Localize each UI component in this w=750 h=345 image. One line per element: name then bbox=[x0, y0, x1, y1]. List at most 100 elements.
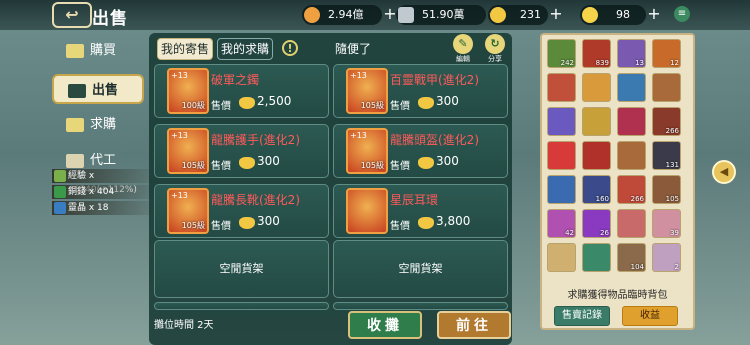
stall-icon bbox=[68, 84, 86, 98]
inventory-cell[interactable] bbox=[547, 73, 576, 102]
close-stall-button[interactable]: 收攤 bbox=[348, 311, 422, 339]
sales-history-button[interactable]: 售賣記錄 bbox=[554, 306, 610, 326]
boots-icon: +13 105級 bbox=[167, 188, 209, 234]
slot-level: 105級 bbox=[181, 161, 205, 170]
slot-plus: +13 bbox=[350, 71, 367, 80]
go-button[interactable]: 前往 bbox=[437, 311, 511, 339]
empty-slot-2[interactable]: 空閒貨架 bbox=[333, 240, 508, 298]
slot-price: 2,500 bbox=[257, 94, 292, 108]
consignment-slot-6[interactable]: 星辰耳環 售價 3,800 bbox=[333, 184, 508, 238]
consignment-slot-1[interactable]: +13 100級 破軍之鐲 售價 2,500 bbox=[154, 64, 329, 118]
add-gold-button[interactable]: + bbox=[548, 6, 564, 22]
inventory-cell[interactable]: 105 bbox=[652, 175, 681, 204]
inventory-cell[interactable]: 42 bbox=[547, 209, 576, 238]
inventory-cell[interactable] bbox=[547, 243, 576, 272]
inventory-cell[interactable]: 26 bbox=[582, 209, 611, 238]
empty-slot-1[interactable]: 空閒貨架 bbox=[154, 240, 329, 298]
ingot-icon bbox=[66, 44, 84, 58]
ingot-request-icon bbox=[66, 118, 84, 132]
inventory-count: 13 bbox=[635, 59, 644, 67]
temp-bag-label: 求購獲得物品臨時背包 bbox=[567, 290, 668, 301]
inventory-cell[interactable]: 2 bbox=[652, 243, 681, 272]
gold-ingot-icon bbox=[418, 157, 434, 169]
consignment-slot-3[interactable]: +13 105級 龍騰護手(進化2) 售價 300 bbox=[154, 124, 329, 178]
nav-buy[interactable]: 購買 bbox=[52, 36, 144, 66]
slot-item-name: 破軍之鐲 bbox=[211, 73, 260, 87]
copper-buff-icon bbox=[54, 186, 66, 198]
gold-ingot-icon bbox=[490, 7, 506, 23]
silver-ingot-icon bbox=[398, 7, 414, 23]
inventory-cell[interactable]: 266 bbox=[617, 175, 646, 204]
yuanbao-value: 98 bbox=[616, 8, 630, 21]
slot-item-name: 龍騰頭盔(進化2) bbox=[390, 133, 479, 147]
slot-price: 300 bbox=[257, 214, 280, 228]
inventory-count: 131 bbox=[665, 161, 679, 169]
inventory-panel: 242 839 13 12 266 131 160 266 105 42 26 39 104 2 求購獲得… bbox=[540, 33, 695, 330]
inventory-cell[interactable] bbox=[617, 73, 646, 102]
inventory-cell[interactable] bbox=[547, 107, 576, 136]
inventory-cell[interactable]: 12 bbox=[652, 39, 681, 68]
gold-ingot-icon bbox=[239, 217, 255, 229]
empty-slot-label: 空閒貨架 bbox=[219, 262, 264, 275]
page-title: 出售 bbox=[92, 9, 128, 29]
inventory-cell[interactable]: 39 bbox=[652, 209, 681, 238]
inventory-cell[interactable] bbox=[547, 175, 576, 204]
gold-ingot-icon bbox=[418, 217, 434, 229]
gold-counter: 231 + bbox=[488, 5, 563, 25]
silver-counter: 51.90萬 + bbox=[396, 5, 501, 25]
slot-price: 300 bbox=[257, 154, 280, 168]
inventory-count: 266 bbox=[665, 127, 679, 135]
inventory-count: 2 bbox=[674, 263, 679, 271]
crystal-icon bbox=[54, 202, 66, 214]
buff-exp: 經驗 x 46540(+112%) bbox=[52, 169, 162, 195]
inventory-cell[interactable] bbox=[617, 141, 646, 170]
inventory-cell[interactable]: 242 bbox=[547, 39, 576, 68]
slot-level: 105級 bbox=[360, 101, 384, 110]
expand-arrow-icon[interactable]: ◀ bbox=[712, 160, 736, 184]
inventory-count: 242 bbox=[560, 59, 574, 67]
inventory-cell[interactable]: 104 bbox=[617, 243, 646, 272]
inventory-count: 26 bbox=[600, 229, 609, 237]
inventory-cell[interactable] bbox=[652, 73, 681, 102]
add-yuanbao-button[interactable]: + bbox=[646, 6, 662, 22]
nav-sell[interactable]: 出售 bbox=[52, 74, 144, 104]
gold-ingot-icon bbox=[239, 157, 255, 169]
inventory-cell[interactable]: 13 bbox=[617, 39, 646, 68]
consignment-slot-5[interactable]: +13 105級 龍騰長靴(進化2) 售價 300 bbox=[154, 184, 329, 238]
gold-value: 231 bbox=[520, 8, 541, 21]
inventory-grid: 242 839 13 12 266 131 160 266 105 42 26 39 104 2 bbox=[547, 39, 688, 279]
nav-request-label: 求購 bbox=[90, 117, 117, 132]
back-arrow-icon[interactable]: ↩ bbox=[52, 2, 92, 28]
consignment-slot-2[interactable]: +13 105級 百靈戰甲(進化2) 售價 300 bbox=[333, 64, 508, 118]
consignment-slot-4[interactable]: +13 105級 龍騰頭盔(進化2) 售價 300 bbox=[333, 124, 508, 178]
inventory-cell[interactable]: 160 bbox=[582, 175, 611, 204]
gold-ingot-icon bbox=[418, 97, 434, 109]
earnings-button[interactable]: 收益 bbox=[622, 306, 678, 326]
inventory-cell[interactable] bbox=[582, 73, 611, 102]
buff-crystal-label: 靈晶 x 18 bbox=[68, 203, 109, 213]
inventory-cell[interactable]: 839 bbox=[582, 39, 611, 68]
list-menu-icon[interactable]: ≡ bbox=[674, 6, 690, 22]
tab-my-requests[interactable]: 我的求購 bbox=[217, 38, 273, 60]
inventory-cell[interactable] bbox=[547, 141, 576, 170]
gauntlet-icon: +13 105級 bbox=[167, 128, 209, 174]
price-label: 售價 bbox=[211, 161, 231, 172]
inventory-cell[interactable] bbox=[617, 107, 646, 136]
inventory-count: 12 bbox=[670, 59, 679, 67]
tab-my-consignment[interactable]: 我的寄售 bbox=[157, 38, 213, 60]
inventory-cell[interactable] bbox=[582, 141, 611, 170]
inventory-count: 42 bbox=[565, 229, 574, 237]
bracelet-icon: +13 100級 bbox=[167, 68, 209, 114]
edit-button[interactable]: ✎ 編輯 bbox=[451, 33, 475, 64]
inventory-cell[interactable]: 131 bbox=[652, 141, 681, 170]
inventory-cell[interactable] bbox=[582, 243, 611, 272]
info-icon[interactable]: ! bbox=[282, 40, 298, 56]
stall-duration: 攤位時間 2天 bbox=[154, 320, 214, 331]
nav-request[interactable]: 求購 bbox=[52, 110, 144, 140]
share-button[interactable]: ↻ 分享 bbox=[483, 33, 507, 64]
slot-level: 105級 bbox=[360, 161, 384, 170]
inventory-cell[interactable]: 266 bbox=[652, 107, 681, 136]
inventory-cell[interactable] bbox=[617, 209, 646, 238]
slot-level: 105級 bbox=[181, 221, 205, 230]
inventory-cell[interactable] bbox=[582, 107, 611, 136]
